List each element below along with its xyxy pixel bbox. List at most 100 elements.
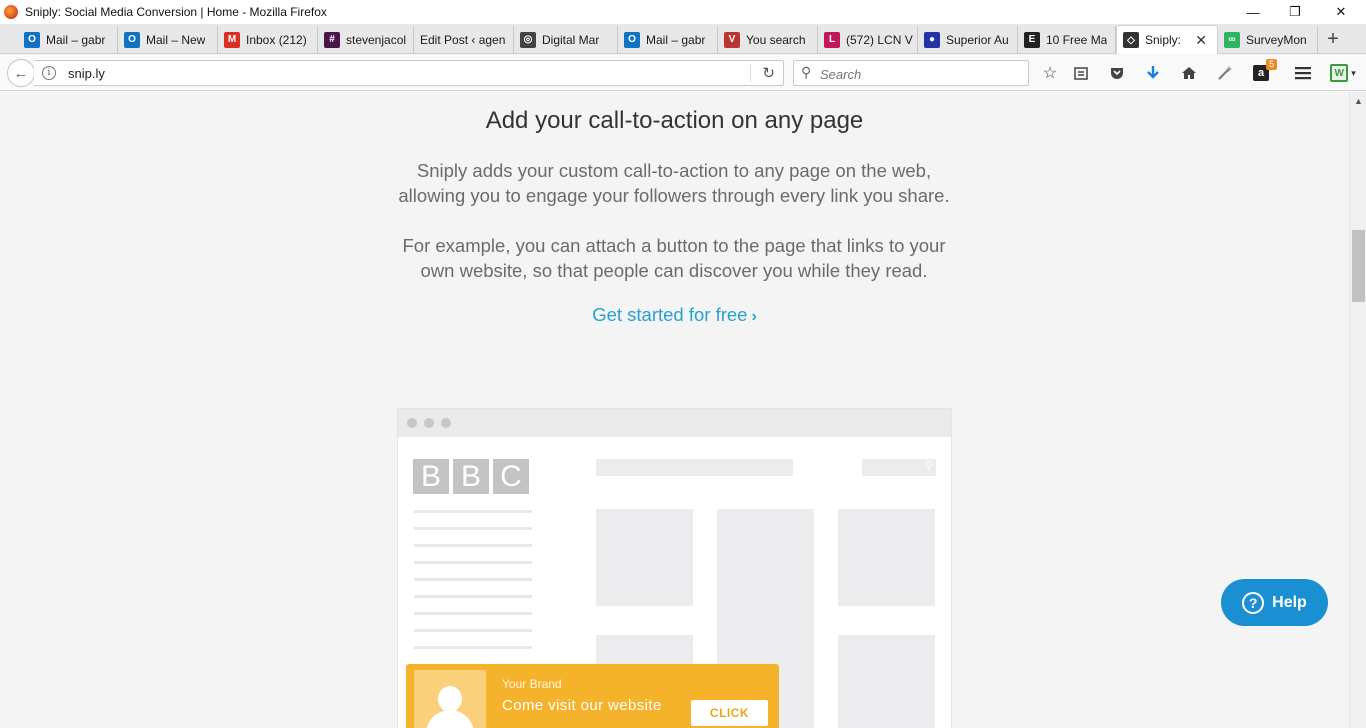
mockup-text-line [414, 510, 532, 513]
tab-5[interactable]: Edit Post ‹ agen [414, 26, 514, 53]
bbc-logo-letter: B [413, 459, 449, 494]
page-content: Add your call-to-action on any page Snip… [0, 92, 1349, 728]
tab-label: Mail – gabr [646, 32, 706, 47]
window-titlebar: Sniply: Social Media Conversion | Home -… [0, 0, 1366, 24]
tab-8[interactable]: V You search [718, 26, 818, 53]
mockup-text-line [414, 646, 532, 649]
chevron-right-icon: › [751, 308, 757, 325]
lcn-icon: L [824, 31, 840, 48]
mockup-text-line [414, 561, 532, 564]
outlook-icon: O [124, 31, 140, 48]
get-started-label[interactable]: Get started for free [592, 304, 747, 325]
scrollbar-thumb[interactable] [1352, 230, 1365, 302]
urlbar-divider [750, 64, 751, 82]
scroll-up-arrow-icon[interactable]: ▲ [1354, 96, 1363, 106]
wordpress-icon: ◎ [520, 31, 536, 48]
tab-12[interactable]: ◇ Sniply: ✕ [1116, 25, 1218, 54]
window-title: Sniply: Social Media Conversion | Home -… [25, 5, 327, 19]
bbc-logo-letter: C [493, 459, 529, 494]
tab-label: Edit Post ‹ agen [420, 32, 506, 47]
extension-menu-icon[interactable]: W ▾ [1327, 63, 1359, 83]
minimize-button[interactable]: — [1230, 0, 1276, 24]
tab-3[interactable]: M Inbox (212) [218, 26, 318, 53]
home-icon[interactable] [1179, 63, 1199, 83]
slack-icon: # [324, 31, 340, 48]
tab-label: Digital Mar [542, 32, 600, 47]
get-started-link[interactable]: Get started for free › [0, 304, 1349, 326]
pocket-icon[interactable] [1107, 63, 1127, 83]
bbc-logo-letter: B [453, 459, 489, 494]
mockup-titlebar [398, 409, 951, 437]
e-icon: E [1024, 31, 1040, 48]
new-tab-button[interactable]: + [1318, 26, 1348, 52]
globe-icon: ● [924, 31, 940, 48]
tab-10[interactable]: ● Superior Au [918, 26, 1018, 53]
outlook-icon: O [624, 31, 640, 48]
navigation-bar: ← i snip.ly ↻ ⚲ Search ☆ a 5 W ▾ [0, 55, 1366, 91]
mockup-text-line [414, 629, 532, 632]
mockup-text-line [414, 544, 532, 547]
hamburger-menu-icon[interactable] [1293, 63, 1313, 83]
close-window-button[interactable]: ✕ [1318, 0, 1364, 24]
tab-13[interactable]: ∞ SurveyMon [1218, 26, 1318, 53]
extension-wand-icon[interactable] [1215, 63, 1235, 83]
mockup-text-line [414, 595, 532, 598]
tab-label: 10 Free Ma [1046, 32, 1108, 47]
intro-line-1: Sniply adds your custom call-to-action t… [416, 160, 932, 181]
tab-2[interactable]: O Mail – New [118, 26, 218, 53]
mockup-thumbnail [838, 635, 935, 728]
tab-label: (572) LCN V [846, 32, 913, 47]
mockup-text-line [414, 612, 532, 615]
restore-button[interactable]: ❐ [1272, 0, 1318, 24]
tab-label: Sniply: [1145, 33, 1182, 47]
notification-badge: 5 [1265, 59, 1277, 70]
page-scrollbar[interactable]: ▲ [1349, 92, 1366, 728]
outlook-icon: O [24, 31, 40, 48]
tab-9[interactable]: L (572) LCN V [818, 26, 918, 53]
mockup-dot [441, 418, 451, 428]
tab-11[interactable]: E 10 Free Ma [1018, 26, 1116, 53]
avatar-head [438, 686, 462, 712]
search-icon: ⚲ [801, 64, 812, 80]
help-label[interactable]: Help [1272, 594, 1307, 612]
reader-list-icon[interactable] [1071, 63, 1091, 83]
bookmark-star-icon[interactable]: ☆ [1040, 63, 1060, 83]
amazon-extension-icon[interactable]: a 5 [1251, 59, 1277, 83]
back-button[interactable]: ← [7, 59, 35, 87]
example-line-2: own website, so that people can discover… [420, 260, 928, 281]
tab-6[interactable]: ◎ Digital Mar [514, 26, 618, 53]
mockup-dot [407, 418, 417, 428]
close-tab-icon[interactable]: ✕ [1195, 32, 1207, 49]
intro-line-2: allowing you to engage your followers th… [398, 185, 950, 206]
surveymonkey-icon: ∞ [1224, 31, 1240, 48]
mockup-thumbnail [838, 509, 935, 606]
brand-name: Your Brand [502, 677, 562, 691]
tab-label: Superior Au [946, 32, 1009, 47]
mockup-dot [424, 418, 434, 428]
url-bar[interactable]: i snip.ly ↻ [34, 60, 784, 86]
mockup-thumbnail [596, 509, 693, 606]
search-placeholder: Search [820, 67, 862, 82]
tab-1[interactable]: O Mail – gabr [18, 26, 118, 53]
tab-4[interactable]: # stevenjacol [318, 26, 414, 53]
tab-strip: O Mail – gabr O Mail – New M Inbox (212) # stev… [0, 24, 1366, 54]
tab-label: You search [746, 32, 806, 47]
downloads-icon[interactable] [1143, 63, 1163, 83]
mockup-search-icon: ⚲ [924, 460, 933, 472]
help-button[interactable]: ? Help [1221, 579, 1328, 626]
search-input[interactable]: ⚲ Search [793, 60, 1029, 86]
firefox-logo-icon [4, 5, 18, 19]
sniply-icon: ◇ [1123, 32, 1139, 48]
gmail-icon: M [224, 31, 240, 48]
mockup-text-line [414, 578, 532, 581]
tab-7[interactable]: O Mail – gabr [618, 26, 718, 53]
section-heading: Add your call-to-action on any page [485, 107, 864, 134]
tab-label: Mail – gabr [46, 32, 106, 47]
tab-label: Mail – New [146, 32, 206, 47]
url-text[interactable]: snip.ly [68, 66, 105, 81]
reload-icon[interactable]: ↻ [762, 64, 775, 82]
site-info-icon[interactable]: i [42, 66, 56, 80]
cta-brand-bar: Your Brand Come visit our website CLICK [406, 664, 779, 728]
v-icon: V [724, 31, 740, 48]
click-button: CLICK [691, 700, 768, 726]
